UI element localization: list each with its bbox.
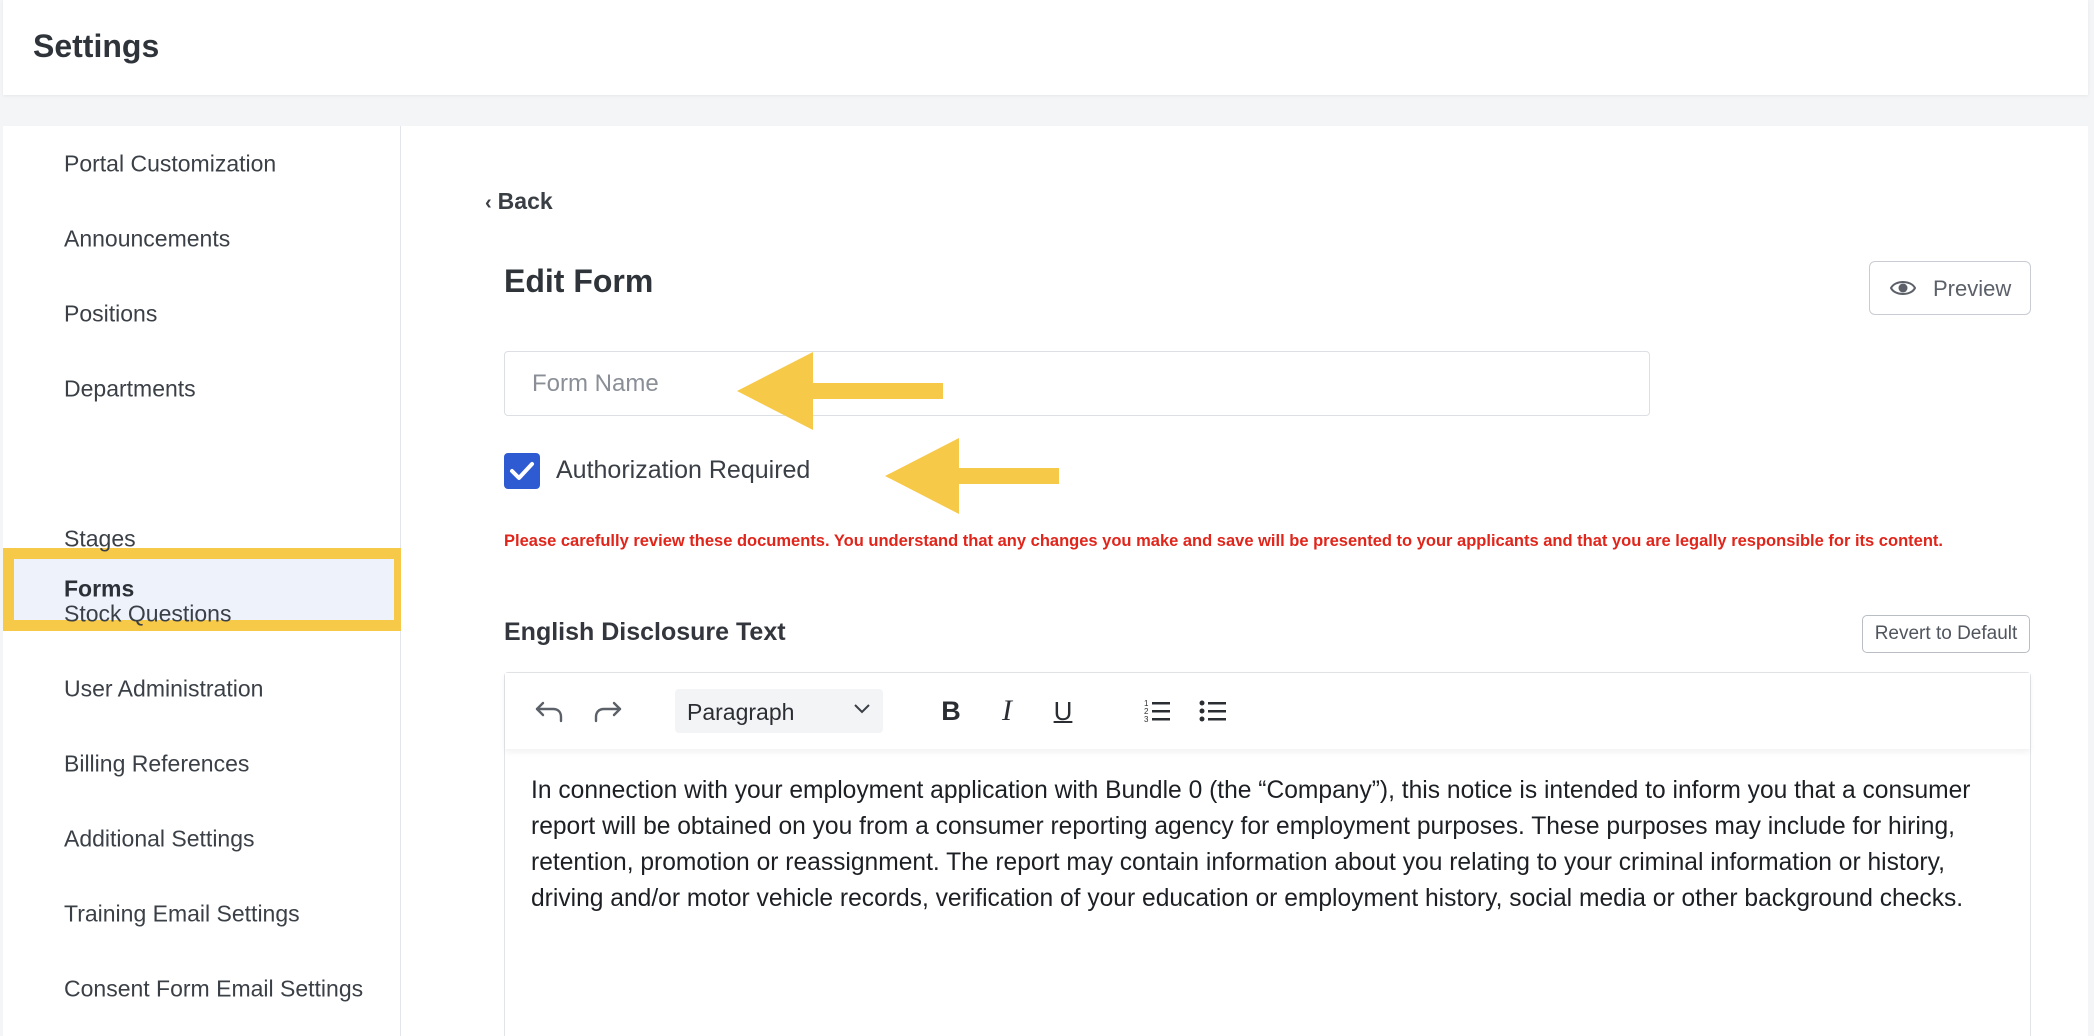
- undo-icon[interactable]: [531, 693, 567, 729]
- main-panel: ‹Back Edit Form Preview Authorization Re…: [401, 126, 2088, 1036]
- bulleted-list-icon[interactable]: [1195, 693, 1231, 729]
- preview-button[interactable]: Preview: [1869, 261, 2031, 315]
- sidebar-item-portal-customization[interactable]: Portal Customization: [3, 126, 401, 201]
- editor-content[interactable]: In connection with your employment appli…: [531, 773, 2001, 917]
- block-format-select[interactable]: Paragraph: [675, 689, 883, 733]
- settings-sidebar: Portal Customization Announcements Posit…: [3, 126, 409, 1036]
- sidebar-item-departments[interactable]: Departments: [3, 351, 401, 426]
- sidebar-item-label: User Administration: [64, 675, 264, 701]
- sidebar-item-label: Stages: [64, 525, 136, 551]
- sidebar-item-additional-settings[interactable]: Additional Settings: [3, 801, 401, 876]
- legal-warning-text: Please carefully review these documents.…: [504, 532, 1943, 550]
- svg-text:3: 3: [1144, 715, 1149, 724]
- sidebar-item-label: Positions: [64, 300, 158, 326]
- disclosure-title: English Disclosure Text: [504, 618, 786, 646]
- top-header: Settings: [3, 0, 2088, 95]
- preview-label: Preview: [1933, 276, 2012, 301]
- rich-text-editor: Paragraph B I U 1 2 3 In connection with…: [504, 672, 2031, 1036]
- sidebar-item-positions[interactable]: Positions: [3, 276, 401, 351]
- sidebar-item-label: Announcements: [64, 225, 231, 251]
- revert-to-default-button[interactable]: Revert to Default: [1862, 615, 2030, 653]
- bold-icon[interactable]: B: [933, 693, 969, 729]
- sidebar-item-training-email-settings[interactable]: Training Email Settings: [3, 876, 401, 951]
- form-name-input[interactable]: [504, 351, 1650, 416]
- back-link[interactable]: ‹ Back: [485, 188, 553, 215]
- sidebar-item-label: Stock Questions: [64, 600, 232, 626]
- authorization-required-label: Authorization Required: [556, 456, 811, 484]
- redo-icon[interactable]: [590, 693, 626, 729]
- chevron-left-icon: ‹: [485, 192, 492, 214]
- editor-toolbar: Paragraph B I U 1 2 3: [505, 673, 2030, 749]
- sidebar-item-label: Additional Settings: [64, 825, 255, 851]
- sidebar-item-announcements[interactable]: Announcements: [3, 201, 401, 276]
- authorization-required-checkbox[interactable]: [504, 453, 540, 489]
- sidebar-item-label: Training Email Settings: [64, 900, 300, 926]
- block-format-value: Paragraph: [687, 699, 795, 725]
- annotation-arrow-icon: [737, 352, 943, 430]
- back-label: Back: [497, 188, 553, 214]
- sidebar-item-label: Consent Form Email Settings: [64, 975, 364, 1001]
- sidebar-item-label: Departments: [64, 375, 196, 401]
- sidebar-item-label: Billing References: [64, 750, 250, 776]
- sidebar-item-stages[interactable]: Stages: [3, 501, 401, 576]
- edit-form-title: Edit Form: [504, 263, 654, 299]
- sidebar-item-billing-references[interactable]: Billing References: [3, 726, 401, 801]
- checkmark-icon: [510, 462, 534, 480]
- sidebar-item-label: Portal Customization: [64, 150, 277, 176]
- eye-icon: [1890, 281, 1916, 295]
- sidebar-item-user-administration[interactable]: User Administration: [3, 651, 401, 726]
- page-title: Settings: [33, 28, 160, 64]
- sidebar-item-stock-questions[interactable]: Stock Questions: [3, 576, 401, 651]
- sidebar-item-consent-form-email-settings[interactable]: Consent Form Email Settings: [3, 951, 401, 1026]
- italic-icon[interactable]: I: [989, 693, 1025, 729]
- numbered-list-icon[interactable]: 1 2 3: [1139, 693, 1175, 729]
- chevron-down-icon: [854, 704, 870, 714]
- annotation-arrow-icon: [885, 438, 1059, 514]
- underline-icon[interactable]: U: [1045, 693, 1081, 729]
